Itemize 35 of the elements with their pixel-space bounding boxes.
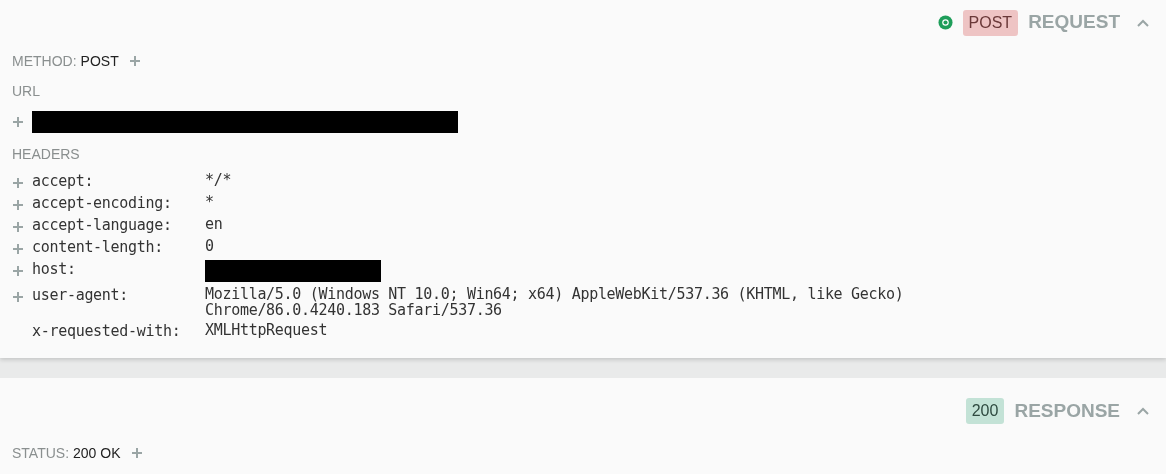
header-value: XMLHttpRequest xyxy=(205,322,328,338)
plus-icon[interactable] xyxy=(128,55,141,67)
field-label: METHOD: xyxy=(12,51,77,71)
header-name: host: xyxy=(32,260,77,278)
plus-icon[interactable] xyxy=(12,116,24,128)
method-value: POST xyxy=(80,51,119,71)
header-value: */* xyxy=(205,172,232,188)
status-value: 200 OK xyxy=(73,443,121,463)
header-name: accept-encoding: xyxy=(32,194,173,212)
header-name: accept: xyxy=(32,172,95,190)
plus-icon[interactable] xyxy=(12,265,24,277)
header-value: * xyxy=(205,194,214,210)
section-heading: URL xyxy=(12,81,41,101)
header-name: content-length: xyxy=(32,238,164,256)
plus-icon[interactable] xyxy=(12,243,24,255)
chevron-icon[interactable] xyxy=(1136,406,1150,416)
section-heading: HEADERS xyxy=(12,144,81,164)
plus-icon[interactable] xyxy=(12,177,24,189)
method-badge: POST xyxy=(962,9,1019,36)
header-value: 0 xyxy=(205,238,214,254)
status-badge: 200 xyxy=(965,398,1005,424)
plus-icon[interactable] xyxy=(130,447,143,459)
header-value: en xyxy=(205,216,223,232)
plus-icon[interactable] xyxy=(12,199,24,211)
plus-icon[interactable] xyxy=(12,291,24,303)
field-label: STATUS: xyxy=(12,443,70,463)
section-title: RESPONSE xyxy=(1014,398,1120,423)
plus-icon[interactable] xyxy=(12,221,24,233)
section-title: REQUEST xyxy=(1028,10,1120,35)
header-value: Mozilla/5.0 (Windows NT 10.0; Win64; x64) AppleWebKit/537.36 (KHTML, like Gecko) Chrome/86.0.4240.183 Safari/537.36 xyxy=(205,286,905,318)
header-name: x-requested-with: xyxy=(32,322,182,340)
browser-logo-icon xyxy=(937,15,953,30)
header-name: user-agent: xyxy=(32,286,130,304)
header-name: accept-language: xyxy=(32,216,173,234)
chevron-icon[interactable] xyxy=(1136,17,1150,28)
